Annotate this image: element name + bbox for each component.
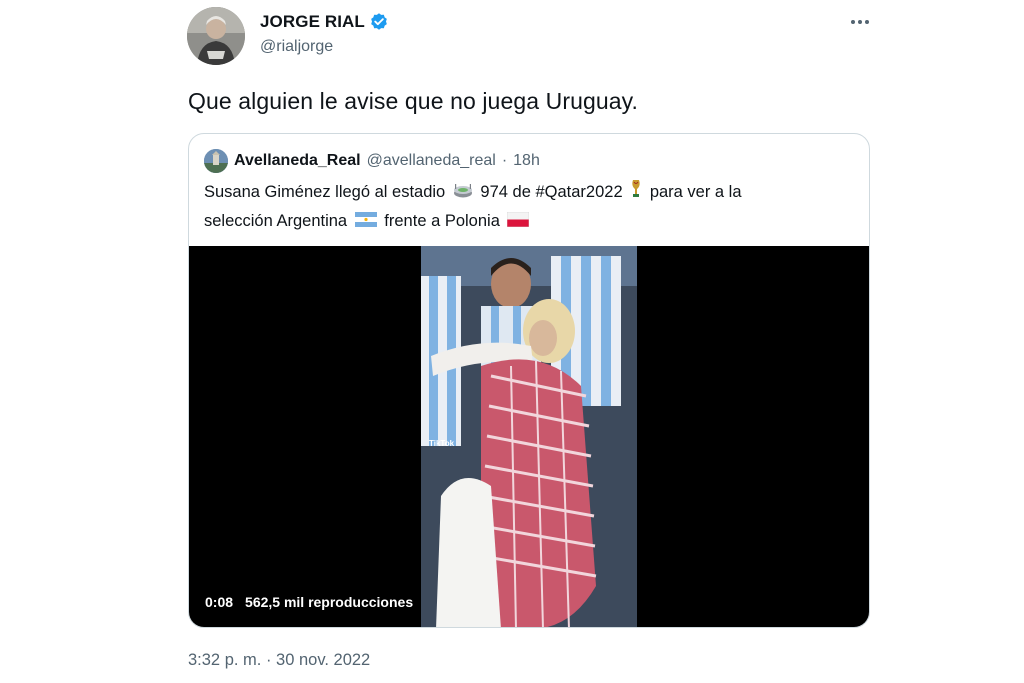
poland-flag-emoji-icon — [507, 208, 530, 236]
quoted-tweet-text: Susana Giménez llegó al estadio 974 de #… — [204, 178, 844, 236]
author-name-row: JORGE RIAL — [260, 12, 389, 32]
author-avatar[interactable] — [187, 7, 245, 65]
video-frame: TikTok — [421, 246, 637, 627]
video-duration: 0:08 — [205, 594, 234, 610]
quoted-text-part5: frente a Polonia — [384, 212, 500, 231]
quoted-author-handle[interactable]: @avellaneda_real — [367, 152, 496, 170]
quoted-tweet-header: Avellaneda_Real @avellaneda_real · 18h — [204, 149, 540, 173]
tiktok-watermark: TikTok — [429, 439, 455, 448]
quoted-text-part3: para ver a la — [649, 183, 742, 201]
quoted-text-part4: selección Argentina — [204, 212, 348, 231]
quoted-author-avatar — [204, 149, 228, 173]
video-info-overlay: 0:08 562,5 mil reproducciones — [199, 591, 420, 613]
more-options-icon[interactable] — [848, 12, 872, 32]
tweet-timestamp[interactable]: 3:32 p. m. · 30 nov. 2022 — [188, 651, 370, 670]
author-handle[interactable]: @rialjorge — [260, 38, 333, 56]
quoted-author-name[interactable]: Avellaneda_Real — [234, 152, 361, 170]
quoted-text-part1: Susana Giménez llegó al estadio — [204, 183, 446, 201]
quoted-text-part2: 974 de #Qatar2022 — [480, 183, 623, 201]
argentina-flag-emoji-icon — [354, 208, 377, 236]
quoted-time[interactable]: 18h — [513, 152, 540, 170]
quoted-tweet-card[interactable]: Avellaneda_Real @avellaneda_real · 18h S… — [188, 133, 870, 628]
tweet: JORGE RIAL @rialjorge Que alguien le avi… — [0, 0, 1024, 683]
video-player[interactable]: TikTok 0:08 562,5 mil reproducciones — [189, 246, 869, 627]
stadium-emoji-icon — [453, 179, 473, 207]
quoted-separator: · — [501, 152, 508, 169]
video-views: 562,5 mil reproducciones — [245, 594, 414, 610]
verified-badge-icon — [369, 12, 389, 32]
author-display-name[interactable]: JORGE RIAL — [260, 12, 365, 32]
trophy-emoji-icon — [630, 178, 642, 207]
tweet-text: Que alguien le avise que no juega Urugua… — [188, 88, 639, 114]
